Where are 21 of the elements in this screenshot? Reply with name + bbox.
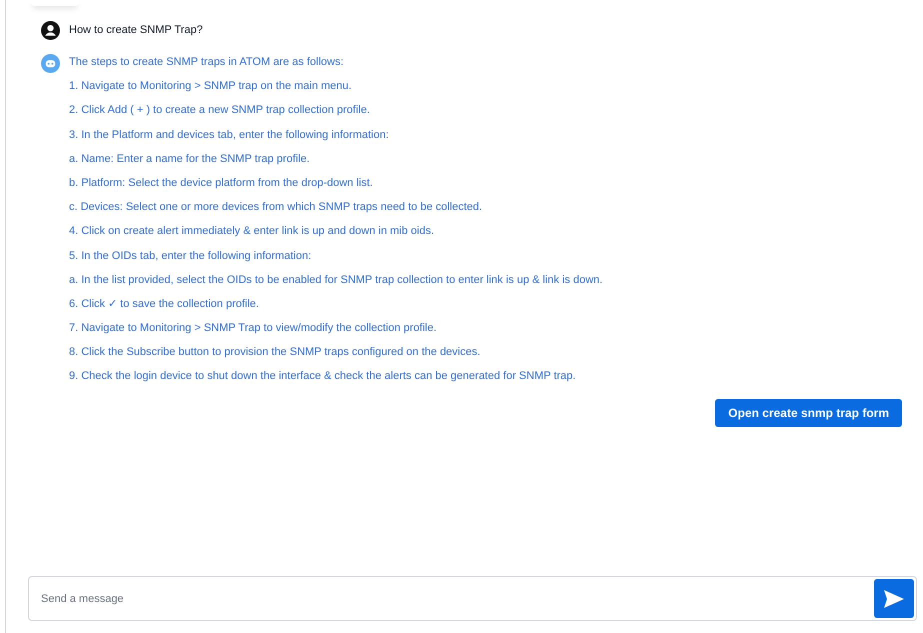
bot-icon bbox=[41, 54, 60, 73]
message-input[interactable]: Send a message bbox=[28, 576, 917, 621]
answer-line: b. Platform: Select the device platform from the drop-down list. bbox=[69, 176, 374, 190]
answer-line: 4. Click on create alert immediately & enter link is up and down in mib oids. bbox=[69, 225, 436, 238]
answer-line: 8. Click the Subscribe button to provision the SNMP traps configured on the devices. bbox=[69, 346, 482, 360]
send-icon bbox=[884, 590, 904, 608]
answer-line: 3. In the Platform and devices tab, enter the following information: bbox=[69, 128, 390, 142]
answer-line: 7. Navigate to Monitoring > SNMP Trap to view/modify the collection profile. bbox=[69, 322, 438, 336]
open-form-button[interactable]: Open create snmp trap form bbox=[715, 399, 902, 428]
answer-line: The steps to create SNMP traps in ATOM are as follows: bbox=[69, 56, 345, 69]
answer-line: 5. In the OIDs tab, enter the following information: bbox=[69, 250, 312, 262]
answer-line: c. Devices: Select one or more devices from which SNMP traps need to be collected. bbox=[69, 201, 484, 214]
answer-line: 1. Navigate to Monitoring > SNMP trap on the main menu. bbox=[69, 80, 353, 94]
user-icon bbox=[41, 21, 60, 40]
answer-line: a. In the list provided, select the OIDs to be enabled for SNMP trap collection to enter link is up & link is down. bbox=[69, 274, 603, 287]
question-text: How to create SNMP Trap? bbox=[69, 23, 203, 38]
answer-line: 9. Check the login device to shut down the interface & check the alerts can be generated for SNMP trap. bbox=[69, 370, 577, 384]
answer-line: 6. Click ✓ to save the collection profile. bbox=[69, 298, 260, 311]
send-button[interactable] bbox=[874, 579, 914, 618]
answer-line: 2. Click Add ( + ) to create a new SNMP trap collection profile. bbox=[69, 104, 371, 118]
answer-line: a. Name: Enter a name for the SNMP trap profile. bbox=[69, 152, 311, 166]
